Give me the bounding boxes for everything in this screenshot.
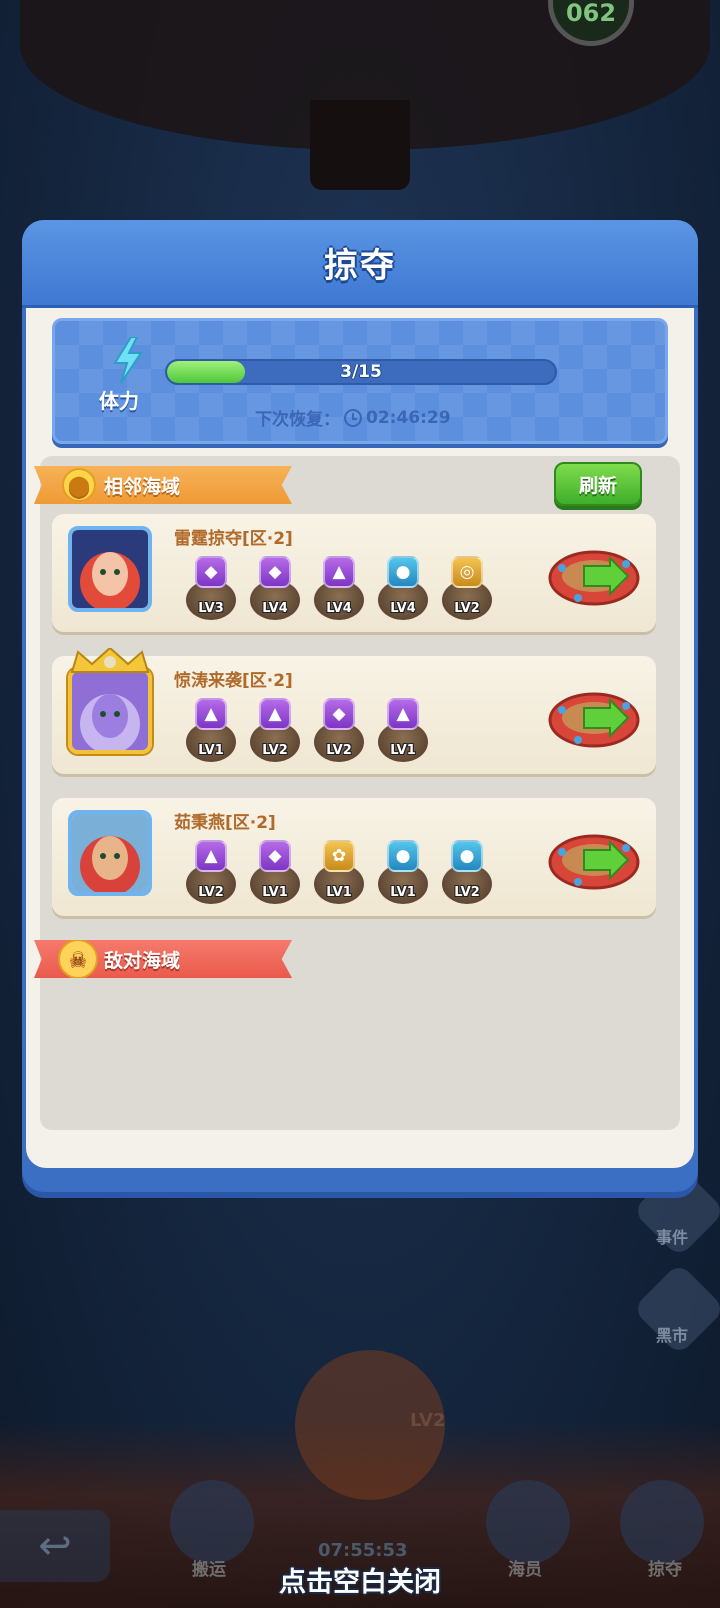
reward-item[interactable]: ● LV4 xyxy=(378,556,428,620)
tab-crew[interactable] xyxy=(486,1480,570,1564)
raid-boat-button[interactable] xyxy=(548,680,644,752)
reward-item[interactable]: ✿ LV1 xyxy=(314,840,364,904)
crown-icon xyxy=(70,648,150,673)
raid-boat-button[interactable] xyxy=(548,822,644,894)
reward-items: ▲ LV1 ▲ LV2 ◆ LV2 ▲ LV1 xyxy=(186,698,428,762)
reward-item[interactable]: ◆ LV1 xyxy=(250,840,300,904)
target-name: 茹秉燕[区·2] xyxy=(174,813,276,833)
next-recover: 下次恢复： 02:46:29 xyxy=(255,405,451,431)
reward-item[interactable]: ▲ LV1 xyxy=(186,698,236,762)
item-level: LV1 xyxy=(390,743,416,758)
avatar[interactable] xyxy=(68,668,152,754)
target-name: 雷霆掠夺[区·2] xyxy=(174,529,293,549)
clock-icon xyxy=(344,408,362,427)
ore-icon: ◆ xyxy=(259,556,291,588)
target-card[interactable]: 惊涛来袭[区·2] ▲ LV1 ▲ LV2 ◆ LV2 ▲ LV1 xyxy=(52,648,656,774)
avatar[interactable] xyxy=(68,810,152,896)
recover-time: 02:46:29 xyxy=(366,407,451,428)
reward-item[interactable]: ◎ LV2 xyxy=(442,556,492,620)
tab-carry[interactable] xyxy=(170,1480,254,1564)
hostile-sea-label: 敌对海域 xyxy=(104,949,181,972)
modal-title: 掠夺 xyxy=(324,246,396,286)
tab-plunder[interactable] xyxy=(620,1480,704,1564)
reward-item[interactable]: ● LV2 xyxy=(442,840,492,904)
lightning-icon xyxy=(113,337,143,383)
herb-icon: ✿ xyxy=(323,840,355,872)
shell-icon: ▲ xyxy=(323,556,355,588)
item-level: LV4 xyxy=(262,601,288,616)
reward-items: ◆ LV3 ◆ LV4 ▲ LV4 ● LV4 ◎ LV2 xyxy=(186,556,492,620)
item-level: LV1 xyxy=(390,885,416,900)
shell-icon: ▲ xyxy=(195,698,227,730)
sea-list-area: ⬤ 相邻海域 刷新 雷霆掠夺[区·2] ◆ LV3 ◆ LV4 ▲ LV4 ● LV4 ◎ LV2 惊… xyxy=(34,456,680,1130)
item-level: LV1 xyxy=(262,885,288,900)
reward-item[interactable]: ◆ LV2 xyxy=(314,698,364,762)
modal-header: 掠夺 xyxy=(22,220,698,308)
stamina-progress-text: 3/15 xyxy=(340,362,382,382)
plunder-modal: 掠夺 体力 3/15 下次恢复： 02:46:29 ⬤ 相邻海域 刷新 雷霆掠夺… xyxy=(22,220,698,1192)
event-side-label: 事件 xyxy=(656,1228,689,1247)
reward-item[interactable]: ▲ LV2 xyxy=(186,840,236,904)
reward-item[interactable]: ▲ LV4 xyxy=(314,556,364,620)
hostile-sea-ribbon: ☠ 敌对海域 xyxy=(34,940,292,978)
item-level: LV2 xyxy=(198,885,224,900)
raid-boat-button[interactable] xyxy=(548,538,644,610)
item-level: LV2 xyxy=(262,743,288,758)
ore-icon: ◆ xyxy=(195,556,227,588)
reward-item[interactable]: ◆ LV3 xyxy=(186,556,236,620)
reward-item[interactable]: ▲ LV1 xyxy=(378,698,428,762)
item-level: LV2 xyxy=(454,885,480,900)
shell-icon: ▲ xyxy=(195,840,227,872)
nearby-sea-label: 相邻海域 xyxy=(104,475,181,498)
bomb-icon: ● xyxy=(387,840,419,872)
nearby-sea-ribbon: ⬤ 相邻海域 xyxy=(34,466,292,504)
reward-item[interactable]: ● LV1 xyxy=(378,840,428,904)
skull-icon: ☠ xyxy=(58,940,98,978)
wheel-level: LV2 xyxy=(410,1410,446,1431)
ore-icon: ◆ xyxy=(259,840,291,872)
reward-item[interactable]: ▲ LV2 xyxy=(250,698,300,762)
refresh-button[interactable]: 刷新 xyxy=(554,462,642,506)
item-level: LV1 xyxy=(326,885,352,900)
bomb-icon: ● xyxy=(387,556,419,588)
item-level: LV1 xyxy=(198,743,224,758)
item-level: LV4 xyxy=(326,601,352,616)
reward-item[interactable]: ◆ LV4 xyxy=(250,556,300,620)
ore-icon: ◆ xyxy=(323,698,355,730)
target-name: 惊涛来袭[区·2] xyxy=(174,671,293,691)
background-timer: 07:55:53 xyxy=(318,1540,408,1561)
tap-to-close-hint[interactable]: 点击空白关闭 xyxy=(0,1560,720,1599)
item-level: LV3 xyxy=(198,601,224,616)
shell-icon: ▲ xyxy=(387,698,419,730)
shop-side-label: 黑市 xyxy=(656,1326,689,1345)
stamina-panel: 体力 3/15 下次恢复： 02:46:29 xyxy=(52,318,668,444)
location-pin-icon: ⬤ xyxy=(62,468,96,502)
item-level: LV2 xyxy=(326,743,352,758)
target-card[interactable]: 茹秉燕[区·2] ▲ LV2 ◆ LV1 ✿ LV1 ● LV1 ● LV2 xyxy=(52,798,656,916)
item-level: LV2 xyxy=(454,601,480,616)
coin-icon: ◎ xyxy=(451,556,483,588)
reward-items: ▲ LV2 ◆ LV1 ✿ LV1 ● LV1 ● LV2 xyxy=(186,840,492,904)
stamina-label: 体力 xyxy=(99,389,139,413)
target-card[interactable]: 雷霆掠夺[区·2] ◆ LV3 ◆ LV4 ▲ LV4 ● LV4 ◎ LV2 xyxy=(52,514,656,632)
item-level: LV4 xyxy=(390,601,416,616)
bomb-icon: ● xyxy=(451,840,483,872)
avatar[interactable] xyxy=(68,526,152,612)
recover-label: 下次恢复： xyxy=(255,410,340,430)
modal-body: 体力 3/15 下次恢复： 02:46:29 ⬤ 相邻海域 刷新 雷霆掠夺[区·… xyxy=(26,308,694,1168)
background-mast xyxy=(310,100,410,190)
shell-icon: ▲ xyxy=(259,698,291,730)
